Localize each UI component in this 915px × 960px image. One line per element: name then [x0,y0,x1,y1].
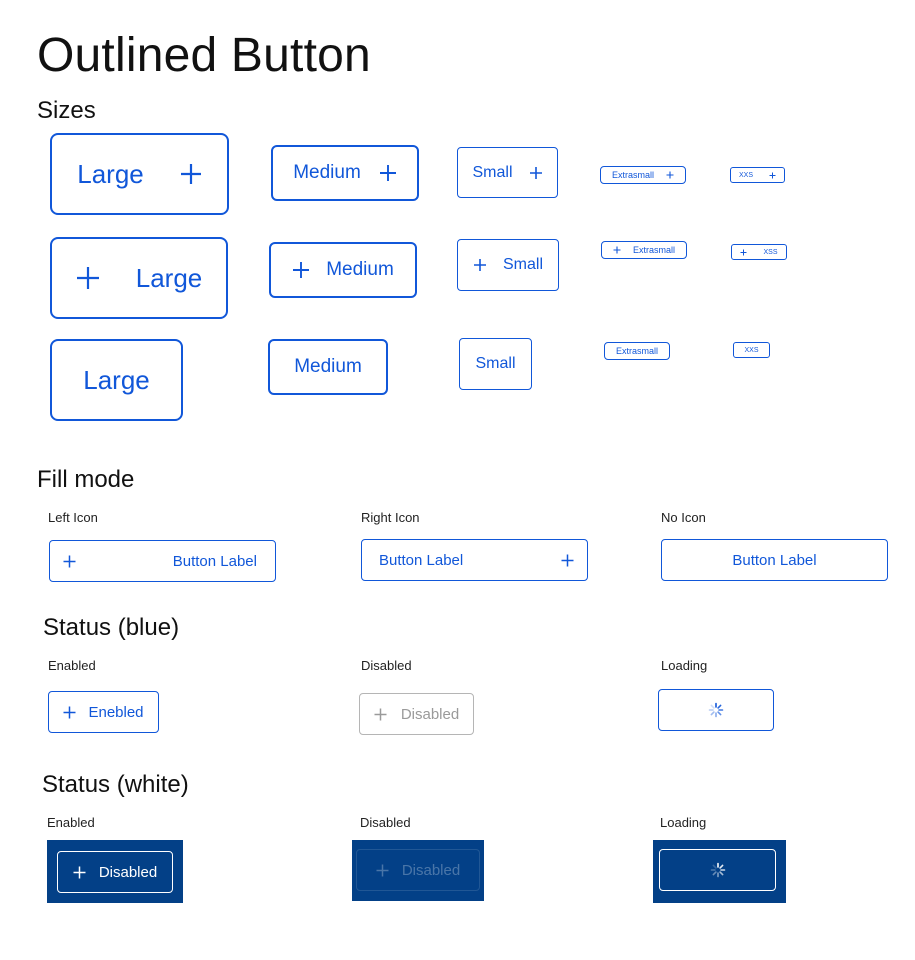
button-label: Large [135,262,203,293]
caption-right-icon: Right Icon [361,510,420,525]
button-label: XXS [738,171,753,179]
button-label: Button Label [379,551,464,569]
medium-button-left-icon[interactable]: Medium [269,242,417,298]
plus-icon [473,258,487,272]
page-title: Outlined Button [37,29,371,82]
plus-icon [376,864,389,877]
large-button-no-icon[interactable]: Large [50,339,183,421]
plus-icon [374,708,387,721]
button-label: XSS [763,248,778,256]
button-label: Extrasmall [611,170,654,180]
extrasmall-button-no-icon[interactable]: Extrasmall [604,342,670,360]
extrasmall-button-left-icon[interactable]: Extrasmall [601,241,687,259]
xxs-button-right-icon[interactable]: XXS [730,167,785,183]
caption-left-icon: Left Icon [48,510,98,525]
xss-button-left-icon[interactable]: XSS [731,244,787,260]
caption-loading: Loading [661,658,708,673]
caption-disabled: Disabled [360,815,411,830]
plus-icon [740,249,747,256]
plus-icon [180,163,202,185]
button-label: Medium [293,162,361,183]
loading-spinner-icon [708,702,724,718]
white-loading-button[interactable] [659,849,776,891]
xxs-button-no-icon[interactable]: XXS [733,342,770,358]
button-label: Disabled [98,863,158,881]
button-label: Medium [326,259,394,280]
small-button-no-icon[interactable]: Small [459,338,532,390]
caption-enabled: Enabled [47,815,95,830]
button-label: Button Label [732,551,817,569]
button-label: XXS [744,346,759,354]
white-enabled-button[interactable]: Disabled [57,851,173,893]
button-label: Small [475,355,516,372]
button-label: Disabled [400,705,460,723]
extrasmall-button-right-icon[interactable]: Extrasmall [600,166,686,184]
button-label: Small [472,163,513,181]
plus-icon [63,706,76,719]
disabled-button[interactable]: Disabled [359,693,474,735]
plus-icon [769,172,776,179]
caption-no-icon: No Icon [661,510,706,525]
button-label: Large [83,364,150,395]
section-title-fill-mode: Fill mode [37,466,135,493]
plus-icon [613,246,621,254]
small-button-left-icon[interactable]: Small [457,239,559,291]
button-label: Enebled [88,703,144,721]
plus-icon [63,555,76,568]
fill-button-no-icon[interactable]: Button Label [661,539,888,581]
plus-icon [666,171,674,179]
medium-button-no-icon[interactable]: Medium [268,339,388,395]
fill-button-left-icon[interactable]: Button Label [49,540,276,582]
caption-enabled: Enabled [48,658,96,673]
button-label: Extrasmall [615,346,658,356]
white-disabled-button[interactable]: Disabled [356,849,480,891]
medium-button-right-icon[interactable]: Medium [271,145,419,201]
fill-button-right-icon[interactable]: Button Label [361,539,588,581]
plus-icon [292,261,310,279]
large-button-left-icon[interactable]: Large [50,237,228,319]
plus-icon [561,554,574,567]
large-button-right-icon[interactable]: Large [50,133,229,215]
caption-disabled: Disabled [361,658,412,673]
small-button-right-icon[interactable]: Small [457,147,558,198]
button-label: Button Label [172,552,257,570]
plus-icon [76,266,100,290]
section-title-status-white: Status (white) [42,771,189,798]
button-label: Medium [294,356,362,377]
button-label: Extrasmall [632,245,675,255]
section-title-status-blue: Status (blue) [43,614,180,641]
caption-loading: Loading [660,815,707,830]
plus-icon [529,166,543,180]
button-label: Disabled [401,861,461,879]
enabled-button[interactable]: Enebled [48,691,159,733]
loading-spinner-icon [710,862,726,878]
button-label: Large [77,158,144,189]
plus-icon [73,866,86,879]
button-label: Small [502,256,543,273]
loading-button[interactable] [658,689,774,731]
section-title-sizes: Sizes [37,97,96,124]
plus-icon [379,164,397,182]
